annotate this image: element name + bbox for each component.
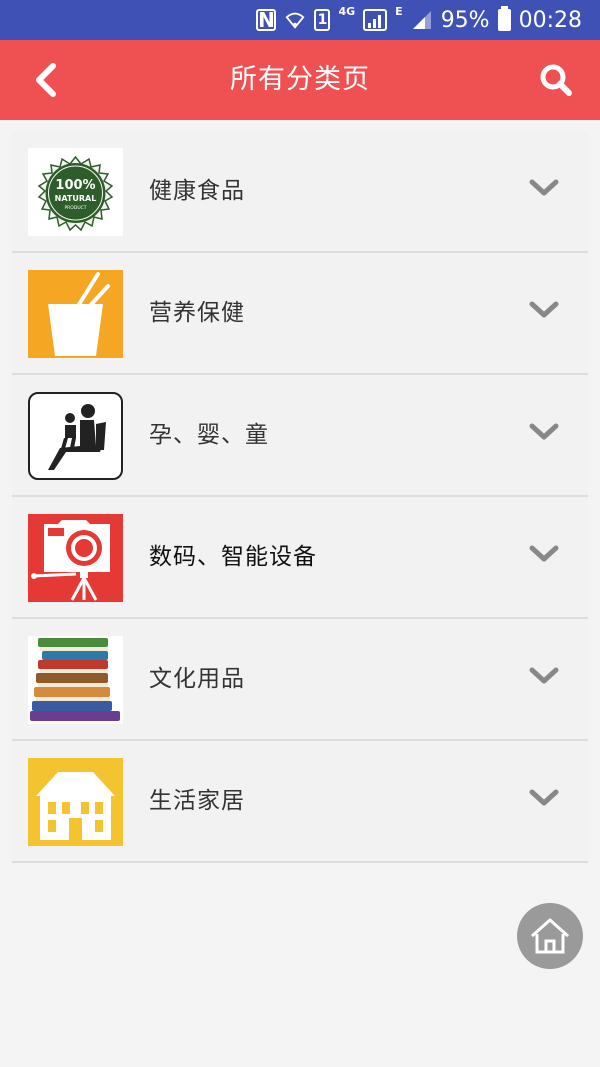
chevron-down-icon[interactable] — [528, 420, 560, 444]
natural-product-badge-icon: 100% NATURAL PRODUCT — [28, 148, 123, 236]
category-label: 营养保健 — [149, 300, 245, 326]
back-button[interactable] — [26, 60, 66, 100]
chevron-down-icon[interactable] — [528, 542, 560, 566]
battery-icon — [497, 6, 511, 31]
chevron-left-icon — [36, 63, 56, 97]
category-list: 100% NATURAL PRODUCT 健康食品 营养保健 孕、婴、童 数码、… — [12, 131, 588, 863]
home-icon — [531, 918, 569, 954]
category-label: 健康食品 — [149, 178, 245, 204]
clock: 00:28 — [518, 7, 582, 33]
status-bar: N 1 4G E 95% 00:28 — [0, 0, 600, 40]
category-label: 文化用品 — [149, 666, 245, 692]
book-stack-icon — [28, 636, 123, 724]
chevron-down-icon[interactable] — [528, 176, 560, 200]
signal-icon-2 — [411, 9, 433, 31]
nfc-icon: N — [256, 8, 277, 32]
category-row-home-living[interactable]: 生活家居 — [12, 741, 588, 863]
category-row-digital[interactable]: 数码、智能设备 — [12, 497, 588, 619]
category-label: 孕、婴、童 — [149, 422, 269, 448]
svg-text:PRODUCT: PRODUCT — [64, 205, 86, 211]
camera-tripod-icon — [28, 514, 123, 602]
chevron-down-icon[interactable] — [528, 298, 560, 322]
svg-text:100%: 100% — [55, 178, 95, 193]
page-title: 所有分类页 — [230, 64, 370, 95]
house-icon — [28, 758, 123, 846]
battery-percent: 95% — [440, 7, 490, 33]
chevron-down-icon[interactable] — [528, 786, 560, 810]
network-type-4g: 4G — [338, 4, 356, 18]
header-bar: 所有分类页 — [0, 40, 600, 120]
category-label: 生活家居 — [149, 788, 245, 814]
category-row-stationery[interactable]: 文化用品 — [12, 619, 588, 741]
category-row-maternity[interactable]: 孕、婴、童 — [12, 375, 588, 497]
category-row-health-food[interactable]: 100% NATURAL PRODUCT 健康食品 — [12, 131, 588, 253]
search-icon — [540, 64, 572, 96]
sim-icon: 1 — [314, 9, 331, 31]
category-label: 数码、智能设备 — [149, 544, 317, 570]
drink-cup-icon — [28, 270, 123, 358]
category-row-nutrition[interactable]: 营养保健 — [12, 253, 588, 375]
home-button[interactable] — [517, 903, 583, 969]
network-type-e: E — [395, 4, 403, 18]
wifi-icon — [284, 9, 306, 31]
parent-child-seat-icon — [28, 392, 123, 480]
svg-text:NATURAL: NATURAL — [55, 194, 97, 203]
signal-icon-1 — [363, 9, 388, 31]
search-button[interactable] — [536, 60, 576, 100]
chevron-down-icon[interactable] — [528, 664, 560, 688]
